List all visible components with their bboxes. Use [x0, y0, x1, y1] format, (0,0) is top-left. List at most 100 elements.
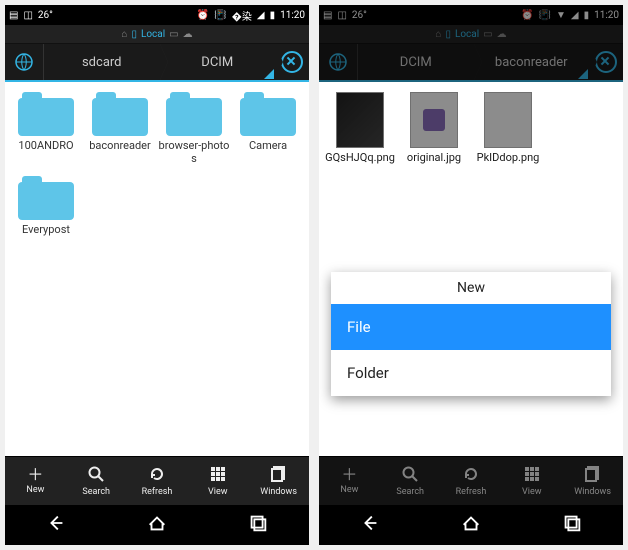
close-icon [595, 51, 617, 73]
recent-button[interactable] [247, 512, 269, 538]
path-label: DCIM [400, 55, 432, 70]
device-icon: ▯ [445, 29, 451, 40]
temp-label: 26° [38, 10, 53, 21]
path-seg-0[interactable]: sdcard [44, 44, 160, 80]
search-icon [402, 466, 418, 485]
battery-icon: ▮ [584, 10, 590, 21]
file-item[interactable]: PkIDdop.png [472, 92, 544, 178]
windows-button[interactable]: Windows [248, 457, 309, 505]
notif-icon: ▤ [9, 10, 18, 21]
location-label: Local [455, 29, 479, 40]
tb-label: New [340, 485, 358, 495]
folder-item[interactable]: baconreader [84, 92, 156, 166]
tb-label: View [208, 487, 227, 497]
folder-item[interactable]: browser-photos [158, 92, 230, 166]
cloud-icon: ☁ [183, 29, 193, 40]
windows-icon [585, 466, 601, 485]
phone-left: ▤ ◫ 26° ⏰ 📳 �染 ◢ ▮ 11:20 ⌂ ▯ Local ▭ ☁ s… [5, 5, 309, 545]
option-label: Folder [347, 364, 389, 382]
device-icon: ▯ [131, 29, 137, 40]
folder-item[interactable]: Camera [232, 92, 304, 166]
recent-button[interactable] [561, 512, 583, 538]
tb-label: View [522, 487, 541, 497]
item-label: Everypost [22, 224, 70, 250]
plus-icon: ＋ [341, 467, 357, 483]
back-button[interactable] [45, 512, 67, 538]
path-seg-1[interactable]: DCIM [160, 44, 276, 80]
search-button[interactable]: Search [380, 457, 441, 505]
item-label: original.jpg [407, 152, 461, 178]
android-nav-bar [319, 505, 623, 545]
globe-icon [328, 52, 348, 72]
location-bar[interactable]: ⌂ ▯ Local ▭ ☁ [5, 25, 309, 44]
item-label: Camera [249, 140, 287, 166]
item-label: GQsHJQq.png [325, 152, 395, 178]
plus-icon: ＋ [27, 467, 43, 483]
grid-icon [524, 466, 540, 485]
item-label: PkIDdop.png [477, 152, 540, 178]
phone-right: ▤ ◫ 26° ⏰ 📳 ▼ ◢ ▮ 11:20 ⌂ ▯ Local ▭ ☁ DC… [319, 5, 623, 545]
folder-item[interactable]: Everypost [10, 176, 82, 250]
home-button[interactable] [146, 512, 168, 538]
status-bar: ▤ ◫ 26° ⏰ 📳 ▼ ◢ ▮ 11:20 [319, 5, 623, 25]
expand-indicator-icon [578, 69, 588, 79]
path-label: baconreader [495, 55, 568, 70]
cloud-icon: ☁ [497, 29, 507, 40]
new-button[interactable]: ＋ New [319, 457, 380, 505]
tb-label: Search [396, 487, 424, 497]
path-bar: DCIM baconreader [319, 44, 623, 82]
windows-button[interactable]: Windows [562, 457, 623, 505]
dialog-option-file[interactable]: File [331, 304, 611, 350]
notif-icon-2: ◫ [23, 10, 32, 21]
battery-icon: ▮ [270, 10, 276, 21]
dialog-title: New [331, 272, 611, 304]
back-button[interactable] [359, 512, 381, 538]
windows-icon [271, 466, 287, 485]
notif-icon: ▤ [323, 10, 332, 21]
alarm-icon: ⏰ [197, 10, 209, 21]
file-item[interactable]: original.jpg [398, 92, 470, 178]
tb-label: Refresh [142, 487, 173, 497]
path-label: DCIM [201, 55, 233, 70]
file-thumbnail [336, 92, 384, 148]
vibrate-icon: 📳 [214, 10, 226, 21]
tb-label: Windows [574, 487, 611, 497]
globe-button[interactable] [319, 44, 358, 80]
status-bar: ▤ ◫ 26° ⏰ 📳 �染 ◢ ▮ 11:20 [5, 5, 309, 25]
refresh-button[interactable]: Refresh [441, 457, 502, 505]
folder-icon [18, 176, 74, 220]
view-button[interactable]: View [501, 457, 562, 505]
search-icon [88, 466, 104, 485]
refresh-icon [149, 466, 165, 485]
location-label: Local [141, 29, 165, 40]
notif-icon-2: ◫ [337, 10, 346, 21]
tb-label: Search [82, 487, 110, 497]
path-seg-0[interactable]: DCIM [358, 44, 474, 80]
signal-icon: ◢ [257, 10, 265, 21]
file-item[interactable]: GQsHJQq.png [324, 92, 396, 178]
folder-item[interactable]: 100ANDRO [10, 92, 82, 166]
location-bar[interactable]: ⌂ ▯ Local ▭ ☁ [319, 25, 623, 44]
home-button[interactable] [460, 512, 482, 538]
tb-label: Windows [260, 487, 297, 497]
new-button[interactable]: ＋New [5, 457, 66, 505]
globe-icon [14, 52, 34, 72]
folder-icon [92, 92, 148, 136]
view-button[interactable]: View [187, 457, 248, 505]
path-seg-1[interactable]: baconreader [474, 44, 590, 80]
home-icon: ⌂ [121, 29, 127, 40]
refresh-button[interactable]: Refresh [127, 457, 188, 505]
close-icon [281, 51, 303, 73]
globe-button[interactable] [5, 44, 44, 80]
path-bar: sdcard DCIM [5, 44, 309, 82]
bottom-toolbar: ＋ New Search Refresh View Windows [319, 456, 623, 505]
file-grid[interactable]: 100ANDRO baconreader browser-photos Came… [5, 82, 309, 456]
file-grid[interactable]: GQsHJQq.png original.jpg PkIDdop.png New… [319, 82, 623, 456]
clock-label: 11:20 [594, 10, 619, 21]
wifi-icon: ▼ [556, 10, 566, 21]
dialog-option-folder[interactable]: Folder [331, 350, 611, 396]
search-button[interactable]: Search [66, 457, 127, 505]
folder-icon [240, 92, 296, 136]
option-label: File [347, 318, 371, 336]
sd-icon: ▭ [169, 29, 178, 40]
